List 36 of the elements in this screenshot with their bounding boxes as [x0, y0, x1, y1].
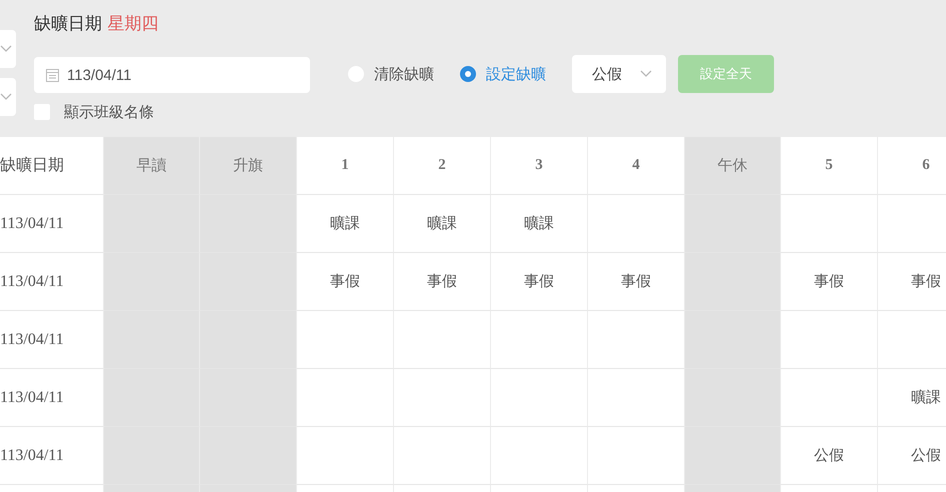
- column-header: 4: [588, 137, 685, 195]
- date-cell: 113/04/11: [0, 427, 104, 485]
- table-cell: 事假: [781, 253, 878, 311]
- date-label: 缺曠日期 星期四: [34, 13, 160, 36]
- absence-type-select[interactable]: 公假: [572, 55, 666, 93]
- date-cell: 113/04/11: [0, 311, 104, 369]
- checkbox-label: 顯示班級名條: [64, 103, 154, 121]
- radio-button[interactable]: [460, 66, 476, 82]
- column-header: 2: [394, 137, 491, 195]
- date-cell: 113/04/11: [0, 369, 104, 427]
- date-field[interactable]: 113/04/11: [34, 57, 310, 93]
- column-header: 3: [491, 137, 588, 195]
- chevron-down-icon: [640, 70, 652, 78]
- table-cell: 事假: [491, 253, 588, 311]
- table-cell: 曠課: [394, 195, 491, 253]
- table-cell: 公假: [781, 427, 878, 485]
- date-cell: 113/04/11: [0, 195, 104, 253]
- radio-label: 設定缺曠: [486, 64, 546, 84]
- column-header: 早讀: [104, 137, 200, 195]
- column-header: 升旗: [200, 137, 297, 195]
- date-value: 113/04/11: [67, 66, 132, 84]
- chevron-down-icon: [0, 45, 12, 53]
- table-cell: 事假: [394, 253, 491, 311]
- calendar-icon: [46, 68, 59, 82]
- column-header: 5: [781, 137, 878, 195]
- table-cell: 事假: [297, 253, 394, 311]
- select-value: 公假: [592, 64, 622, 84]
- table-cell: 曠課: [491, 195, 588, 253]
- table-cell: 曠課: [297, 195, 394, 253]
- date-cell: 113/04/11: [0, 253, 104, 311]
- table-cell: 事假: [588, 253, 685, 311]
- radio-label: 清除缺曠: [374, 64, 434, 84]
- column-header: 缺曠日期: [0, 137, 104, 195]
- column-header: 午休: [685, 137, 781, 195]
- chevron-down-icon: [0, 93, 12, 101]
- column-header: 1: [297, 137, 394, 195]
